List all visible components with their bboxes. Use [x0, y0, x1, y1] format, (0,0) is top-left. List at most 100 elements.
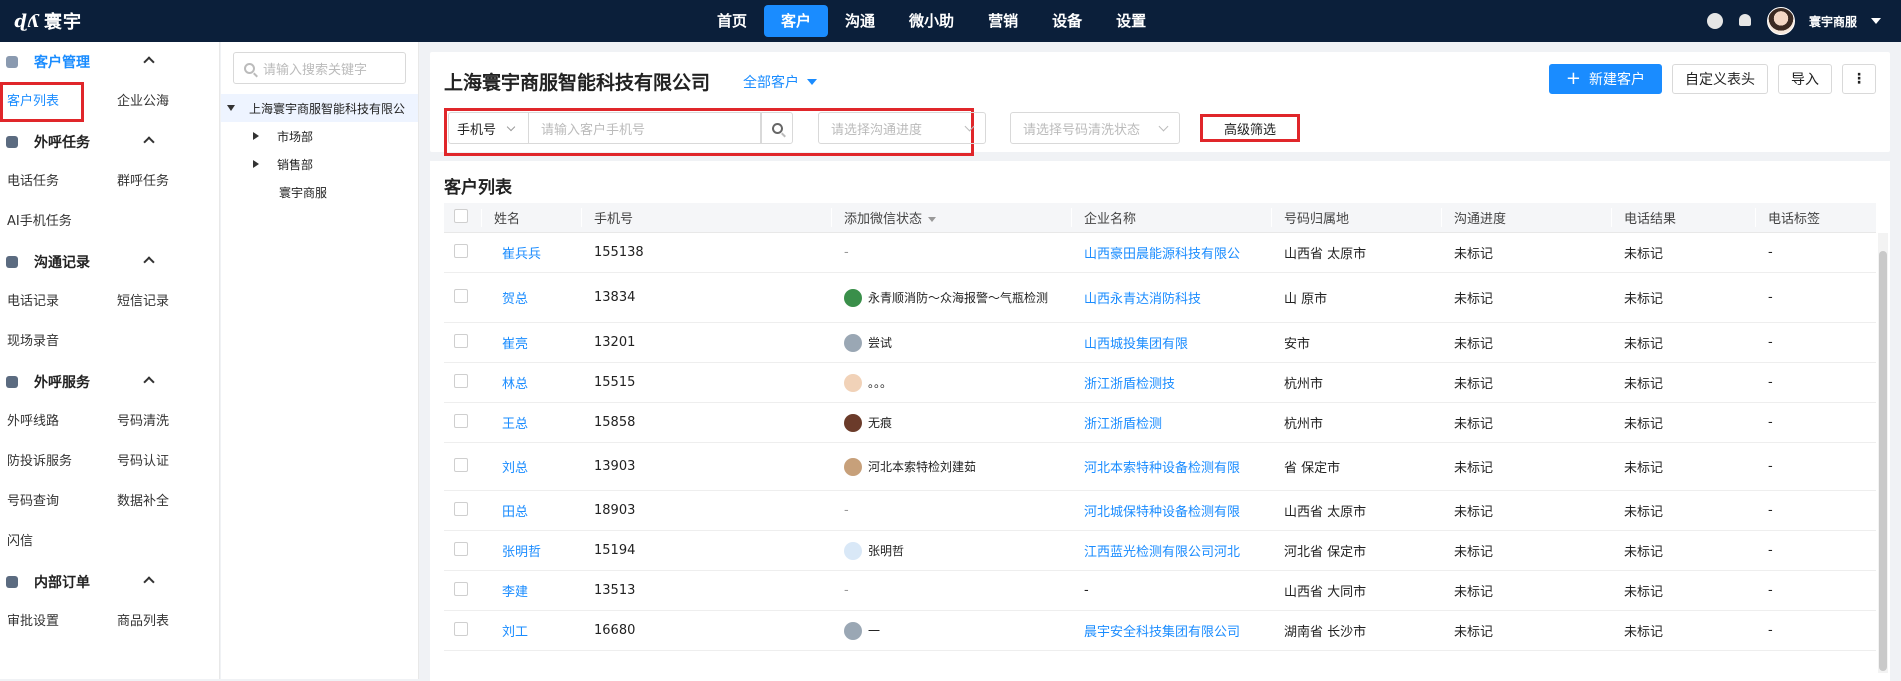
chevron-up-icon[interactable] — [143, 376, 155, 388]
column-header[interactable]: 电话结果 — [1612, 208, 1756, 227]
row-checkbox-cell[interactable] — [444, 541, 482, 560]
company-name[interactable]: 浙江浙盾检测技 — [1072, 373, 1272, 392]
nav-item-2[interactable]: 沟通 — [828, 5, 892, 37]
chevron-up-icon[interactable] — [143, 256, 155, 268]
sidebar-item[interactable]: 外呼线路 — [0, 402, 110, 442]
customer-name[interactable]: 李建 — [482, 581, 582, 600]
checkbox[interactable] — [454, 288, 468, 303]
sidebar-group-header[interactable]: 内部订单 — [0, 562, 219, 602]
table-row[interactable]: 崔兵兵 155138- 山西豪田晨能源科技有限公 山西省 太原市 未标记 未标记 - — [444, 233, 1876, 273]
customer-name[interactable]: 崔兵兵 — [482, 243, 582, 262]
user-name[interactable]: 寰宇商服 — [1809, 13, 1857, 30]
search-button[interactable] — [761, 112, 793, 144]
nav-item-4[interactable]: 营销 — [971, 5, 1035, 37]
nav-item-6[interactable]: 设置 — [1099, 5, 1163, 37]
tree-node-huanyu[interactable]: 寰宇商服 — [221, 178, 418, 206]
checkbox[interactable] — [454, 333, 468, 348]
customer-scope-dropdown[interactable]: 全部客户 — [743, 72, 817, 92]
sidebar-item[interactable]: 企业公海 — [110, 82, 219, 122]
checkbox[interactable] — [454, 541, 468, 556]
checkbox[interactable] — [454, 621, 468, 636]
company-name[interactable]: 浙江浙盾检测 — [1072, 413, 1272, 432]
sidebar-item[interactable]: AI手机任务 — [0, 202, 110, 242]
checkbox[interactable] — [454, 501, 468, 516]
row-checkbox-cell[interactable] — [444, 413, 482, 432]
sidebar-item[interactable]: 现场录音 — [0, 322, 110, 362]
row-checkbox-cell[interactable] — [444, 333, 482, 352]
company-name[interactable]: 山西豪田晨能源科技有限公 — [1072, 243, 1272, 262]
clean-status-select[interactable]: 请选择号码清洗状态 — [1010, 112, 1180, 144]
avatar[interactable] — [1766, 7, 1795, 35]
table-row[interactable]: 林总 15515。。。 浙江浙盾检测技 杭州市 未标记 未标记 - — [444, 363, 1876, 403]
table-row[interactable]: 刘工 16680 一晨宇安全科技集团有限公司 湖南省 长沙市 未标记 未标记 - — [444, 611, 1876, 651]
sidebar-item[interactable]: 数据补全 — [110, 482, 219, 522]
tree-node-market[interactable]: 市场部 — [221, 122, 418, 150]
select-all-checkbox[interactable] — [444, 208, 482, 227]
chevron-down-icon[interactable] — [1871, 18, 1881, 24]
chevron-up-icon[interactable] — [143, 576, 155, 588]
column-header[interactable]: 手机号 — [582, 208, 832, 227]
customer-name[interactable]: 崔亮 — [482, 333, 582, 352]
app-logo[interactable]: ɖʎ 寰宇 — [0, 8, 200, 34]
caret-right-icon[interactable] — [253, 132, 259, 140]
table-row[interactable]: 李建 13513- - 山西省 大同市 未标记 未标记 - — [444, 571, 1876, 611]
table-row[interactable]: 田总 18903- 河北城保特种设备检测有限 山西省 太原市 未标记 未标记 - — [444, 491, 1876, 531]
table-row[interactable]: 贺总 13834 永青顺消防～众海报警～气瓶检测 山西永青达消防科技山 原市 未标记 未标… — [444, 273, 1876, 323]
caret-down-icon[interactable] — [227, 105, 235, 111]
row-checkbox-cell[interactable] — [444, 621, 482, 640]
company-name[interactable]: 山西永青达消防科技 — [1072, 288, 1272, 307]
sidebar-item[interactable]: 防投诉服务 — [0, 442, 110, 482]
tree-search-input[interactable]: 请输入搜索关键字 — [233, 52, 406, 84]
row-checkbox-cell[interactable] — [444, 457, 482, 476]
nav-item-5[interactable]: 设备 — [1035, 5, 1099, 37]
sidebar-item[interactable]: 电话任务 — [0, 162, 110, 202]
sidebar-item[interactable]: 审批设置 — [0, 602, 110, 642]
company-name[interactable]: 晨宇安全科技集团有限公司 — [1072, 621, 1272, 640]
sidebar-group-header[interactable]: 客户管理 — [0, 42, 219, 82]
tree-node-root[interactable]: 上海寰宇商服智能科技有限公 — [221, 94, 418, 122]
customer-name[interactable]: 张明哲 — [482, 541, 582, 560]
sidebar-item[interactable]: 电话记录 — [0, 282, 110, 322]
chevron-up-icon[interactable] — [143, 56, 155, 68]
customer-name[interactable]: 刘总 — [482, 457, 582, 476]
checkbox[interactable] — [454, 581, 468, 596]
company-name[interactable]: 河北城保特种设备检测有限 — [1072, 501, 1272, 520]
column-header[interactable]: 号码归属地 — [1272, 208, 1442, 227]
sidebar-item[interactable]: 闪信 — [0, 522, 110, 562]
sidebar-group-header[interactable]: 沟通记录 — [0, 242, 219, 282]
table-row[interactable]: 张明哲 15194 张明哲 江西蓝光检测有限公司河北 河北省 保定市 未标记 未标记 - — [444, 531, 1876, 571]
advanced-filter-button[interactable]: 高级筛选 — [1200, 114, 1300, 142]
sidebar-item[interactable]: 号码认证 — [110, 442, 219, 482]
more-button[interactable]: ⋮ — [1842, 64, 1876, 94]
company-name[interactable]: 江西蓝光检测有限公司河北 — [1072, 541, 1272, 560]
company-name[interactable]: 河北本索特种设备检测有限 — [1072, 457, 1272, 476]
customer-name[interactable]: 田总 — [482, 501, 582, 520]
search-field-select[interactable]: 手机号 — [448, 112, 528, 144]
custom-columns-button[interactable]: 自定义表头 — [1672, 64, 1768, 94]
sidebar-group-header[interactable]: 外呼任务 — [0, 122, 219, 162]
row-checkbox-cell[interactable] — [444, 581, 482, 600]
sidebar-item[interactable]: 客户列表 — [0, 82, 84, 122]
progress-select[interactable]: 请选择沟通进度 — [818, 112, 986, 144]
sidebar-item[interactable]: 短信记录 — [110, 282, 219, 322]
bell-icon[interactable] — [1737, 13, 1753, 29]
nav-item-0[interactable]: 首页 — [700, 5, 764, 37]
checkbox[interactable] — [454, 457, 468, 472]
sidebar-item[interactable]: 群呼任务 — [110, 162, 219, 202]
new-customer-button[interactable]: + 新建客户 — [1548, 64, 1662, 94]
column-header[interactable]: 姓名 — [482, 208, 582, 227]
checkbox[interactable] — [454, 208, 468, 223]
column-header[interactable]: 沟通进度 — [1442, 208, 1612, 227]
checkbox[interactable] — [454, 373, 468, 388]
sort-icon[interactable] — [928, 217, 937, 222]
sidebar-item[interactable]: 号码查询 — [0, 482, 110, 522]
customer-name[interactable]: 贺总 — [482, 288, 582, 307]
customer-name[interactable]: 王总 — [482, 413, 582, 432]
caret-right-icon[interactable] — [253, 160, 259, 168]
row-checkbox-cell[interactable] — [444, 373, 482, 392]
tree-node-sales[interactable]: 销售部 — [221, 150, 418, 178]
nav-item-1[interactable]: 客户 — [764, 5, 829, 37]
customer-name[interactable]: 刘工 — [482, 621, 582, 640]
row-checkbox-cell[interactable] — [444, 243, 482, 262]
sidebar-group-header[interactable]: 外呼服务 — [0, 362, 219, 402]
